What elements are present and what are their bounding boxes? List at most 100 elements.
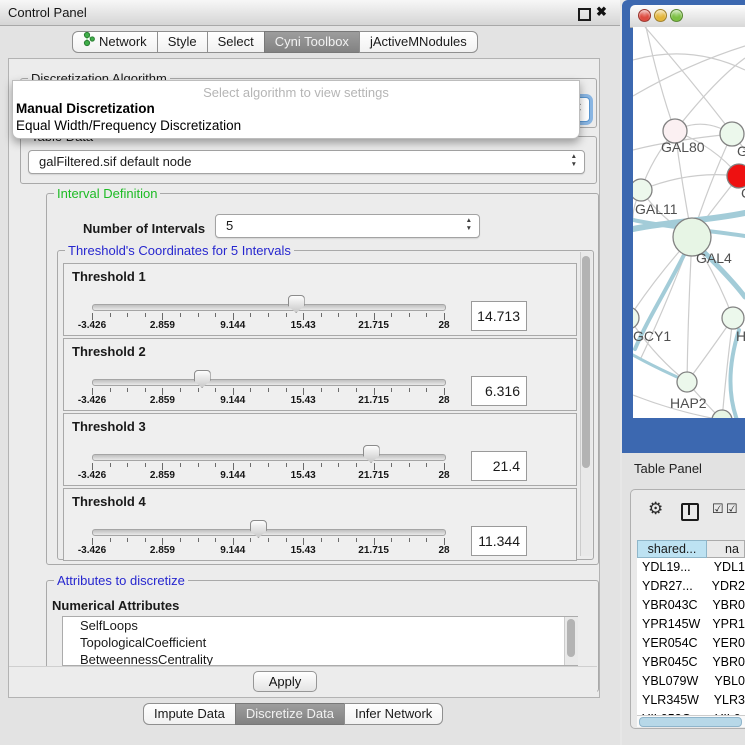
column-header-name[interactable]: na	[707, 540, 745, 558]
slider-tick	[250, 463, 251, 467]
slider-tick	[426, 388, 427, 392]
algorithm-dropdown-popup: Select algorithm to view settings Manual…	[12, 80, 580, 139]
tab-impute-data[interactable]: Impute Data	[143, 703, 236, 725]
table-row[interactable]: YPR145WYPR1	[637, 615, 745, 634]
slider-tick	[198, 463, 199, 467]
stepper-icon[interactable]: ▲▼	[466, 217, 472, 233]
tab-jactivemnodules[interactable]: jActiveMNodules	[359, 31, 478, 53]
slider-track[interactable]	[92, 529, 446, 536]
slider-tick	[391, 388, 392, 392]
threshold-value-field[interactable]: 6.316	[471, 376, 527, 406]
network-icon	[83, 31, 95, 54]
network-node-H[interactable]	[722, 307, 744, 329]
network-node-HAP2[interactable]	[677, 372, 697, 392]
network-node-GAL11[interactable]	[633, 179, 652, 201]
attributes-scrollbar-thumb[interactable]	[567, 619, 575, 657]
slider-tick	[127, 463, 128, 467]
cell-name: YPR1	[704, 615, 745, 634]
slider-tick	[268, 463, 269, 467]
float-window-icon[interactable]	[578, 8, 591, 21]
tab-style[interactable]: Style	[157, 31, 208, 53]
slider-tick	[127, 313, 128, 317]
tab-network[interactable]: Network	[72, 31, 158, 53]
slider-tick-label: 9.144	[211, 395, 255, 406]
dropdown-option[interactable]: Manual Discretization	[13, 100, 579, 117]
dropdown-option[interactable]: Equal Width/Frequency Discretization	[13, 117, 579, 134]
column-header-shared[interactable]: shared...	[637, 540, 707, 558]
bottom-tab-bar: Impute DataDiscretize Data Infer Network	[143, 703, 443, 725]
cell-name: YER0	[704, 634, 745, 653]
slider-track[interactable]	[92, 379, 446, 386]
close-light-icon[interactable]	[638, 9, 651, 22]
group-title-thresholds: Threshold's Coordinates for 5 Intervals	[65, 243, 294, 258]
columns-icon[interactable]	[681, 503, 699, 521]
stepper-icon[interactable]: ▲▼	[571, 153, 577, 169]
slider-tick	[444, 388, 445, 395]
slider-tick-label: 9.144	[211, 545, 255, 556]
network-node[interactable]	[712, 410, 732, 418]
threshold-label: Threshold 2	[72, 344, 146, 359]
slider-tick	[444, 313, 445, 320]
apply-strip: Apply	[9, 666, 597, 697]
close-icon[interactable]: ✖	[596, 4, 607, 20]
table-data-select[interactable]: galFiltered.sif default node ▲▼	[28, 150, 585, 174]
tab-label: Cyni Toolbox	[275, 31, 349, 53]
group-title-interval-definition: Interval Definition	[54, 186, 160, 201]
slider-track[interactable]	[92, 454, 446, 461]
number-of-intervals-select[interactable]: 5 ▲▼	[215, 214, 480, 238]
top-tab-bar: NetworkStyleSelect Cyni Toolbox jActiveMNo…	[72, 31, 478, 53]
checkbox-icon[interactable]: ☑	[726, 501, 738, 517]
table-row[interactable]: YBR045CYBR0	[637, 653, 745, 672]
attribute-list-item[interactable]: TopologicalCoefficient	[63, 634, 577, 651]
slider-tick	[127, 388, 128, 392]
control-panel-titlebar: Control Panel ✖	[0, 0, 620, 26]
gear-icon[interactable]: ⚙	[648, 499, 663, 519]
table-row[interactable]: YDL19...YDL1	[637, 558, 745, 577]
slider-tick	[110, 463, 111, 467]
table-hscrollbar-thumb[interactable]	[639, 717, 742, 727]
slider-tick	[268, 538, 269, 542]
number-of-intervals-label: Number of Intervals	[83, 221, 205, 236]
slider-tick	[92, 388, 93, 395]
cell-name: YLR3	[706, 691, 745, 710]
network-edge	[687, 237, 692, 382]
table-hscrollbar-track[interactable]	[637, 715, 745, 727]
threshold-value-field[interactable]: 21.4	[471, 451, 527, 481]
attribute-list-item[interactable]: SelfLoops	[63, 617, 577, 634]
slider-tick	[303, 538, 304, 545]
slider-tick	[356, 313, 357, 317]
table-row[interactable]: YDR27...YDR2	[637, 577, 745, 596]
slider-tick-label: 28	[422, 545, 466, 556]
zoom-light-icon[interactable]	[670, 9, 683, 22]
thresholds-scrollbar-thumb[interactable]	[582, 256, 590, 468]
tab-discretize-data[interactable]: Discretize Data	[235, 703, 345, 725]
threshold-value-field[interactable]: 11.344	[471, 526, 527, 556]
table-row[interactable]: YBR043CYBR0	[637, 596, 745, 615]
table-row[interactable]: YER054CYER0	[637, 634, 745, 653]
minimize-light-icon[interactable]	[654, 9, 667, 22]
network-edge	[641, 175, 739, 190]
slider-tick	[198, 313, 199, 317]
apply-button[interactable]: Apply	[253, 671, 317, 692]
threshold-label: Threshold 4	[72, 494, 146, 509]
tab-cyni-toolbox[interactable]: Cyni Toolbox	[264, 31, 360, 53]
traffic-lights	[638, 9, 683, 22]
table-row[interactable]: YBL079WYBL0	[637, 672, 745, 691]
tab-label: Infer Network	[355, 703, 432, 725]
network-node-GCY1[interactable]	[633, 307, 639, 329]
tab-select[interactable]: Select	[207, 31, 265, 53]
slider-tick	[145, 463, 146, 467]
threshold-value-field[interactable]: 14.713	[471, 301, 527, 331]
cell-name: YBR0	[704, 596, 745, 615]
slider-tick	[286, 388, 287, 392]
tab-infer-network[interactable]: Infer Network	[344, 703, 443, 725]
slider-tick	[374, 313, 375, 320]
checkbox-icon[interactable]: ☑	[712, 501, 724, 517]
slider-tick	[374, 388, 375, 395]
network-canvas[interactable]: GAL80GACGAL11GAL4GCY1HHAP2	[633, 27, 745, 418]
numerical-attributes-list[interactable]: SelfLoopsTopologicalCoefficientBetweenne…	[62, 616, 578, 666]
attribute-list-item[interactable]: BetweennessCentrality	[63, 651, 577, 666]
slider-tick	[338, 463, 339, 467]
slider-track[interactable]	[92, 304, 446, 311]
table-row[interactable]: YLR345WYLR3	[637, 691, 745, 710]
